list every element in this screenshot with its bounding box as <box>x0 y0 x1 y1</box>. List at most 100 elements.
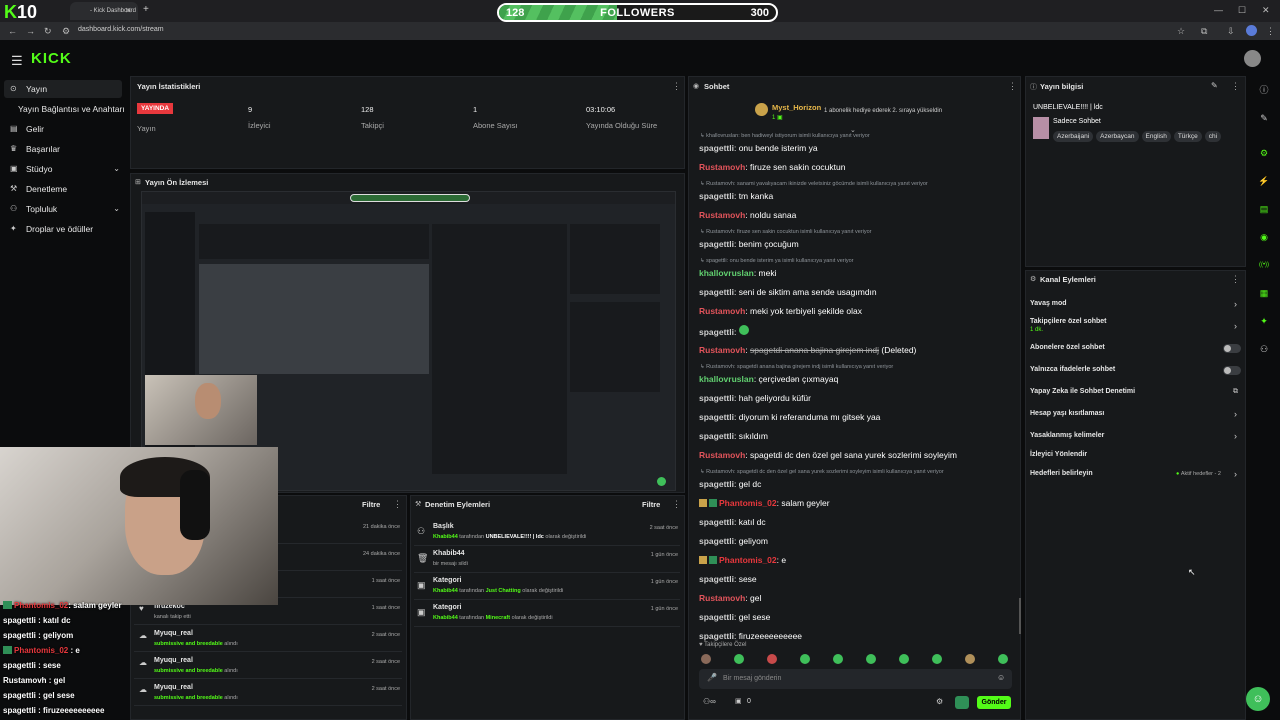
mod-menu-icon[interactable]: ⋮ <box>672 499 681 510</box>
sidebar-item-5[interactable]: ▣ Stüdyo ⌄ <box>0 160 128 178</box>
edit-icon[interactable]: ✎ <box>1211 81 1218 90</box>
pinned-user[interactable]: Myst_Horizon <box>772 103 821 112</box>
broadcast-rail-icon[interactable]: ((•)) <box>1256 257 1272 273</box>
document-rail-icon[interactable]: ▤ <box>1256 201 1272 217</box>
profile-avatar[interactable] <box>1246 25 1257 36</box>
stream-tag[interactable]: Azerbaycan <box>1096 131 1139 142</box>
chat-username[interactable]: khallovruslan <box>699 268 754 278</box>
chat-username[interactable]: Rustamovh <box>699 210 745 220</box>
chat-settings-icon[interactable]: ⚙ <box>936 697 943 706</box>
sidebar-item-8[interactable]: ✦ Droplar ve ödüller <box>0 220 128 238</box>
emote-8-icon[interactable] <box>932 654 942 664</box>
sidebar-item-6[interactable]: ⚒ Denetleme <box>0 180 128 198</box>
emote-6-icon[interactable] <box>866 654 876 664</box>
quick-emote-icon[interactable] <box>955 696 969 709</box>
activity-menu-icon[interactable]: ⋮ <box>393 499 402 510</box>
chat-users-icon[interactable]: ⚇∞ <box>703 697 716 706</box>
info-rail-icon[interactable]: ⓘ <box>1256 82 1272 98</box>
mod-filter-button[interactable]: Filtre <box>642 500 660 509</box>
chat-username[interactable]: spagettli <box>699 393 734 403</box>
sidebar-item-3[interactable]: ▤ Gelir <box>0 120 128 138</box>
chat-username[interactable]: Rustamovh <box>699 306 745 316</box>
chat-menu-icon[interactable]: ⋮ <box>1008 81 1017 92</box>
chat-username[interactable]: Rustamovh <box>699 593 745 603</box>
emote-2-icon[interactable] <box>734 654 744 664</box>
stats-menu-icon[interactable]: ⋮ <box>672 81 681 92</box>
channel-action-2[interactable]: Takipçilere özel sohbet <box>1030 318 1107 325</box>
maximize-icon[interactable]: ☐ <box>1238 5 1246 16</box>
emote-1-icon[interactable] <box>701 654 711 664</box>
channel-action-1[interactable]: Yavaş mod <box>1030 300 1067 307</box>
channel-actions-menu-icon[interactable]: ⋮ <box>1231 274 1240 285</box>
stream-preview-video[interactable] <box>141 191 676 491</box>
edit-rail-icon[interactable]: ✎ <box>1256 110 1272 126</box>
chat-username[interactable]: spagettli <box>699 536 734 546</box>
chat-username[interactable]: spagettli <box>699 143 734 153</box>
forward-icon[interactable]: → <box>26 26 35 36</box>
chat-username[interactable]: spagettli <box>699 412 734 422</box>
emote-5-icon[interactable] <box>833 654 843 664</box>
reload-icon[interactable]: ↻ <box>44 26 52 37</box>
bolt-rail-icon[interactable]: ⚡ <box>1256 173 1272 189</box>
chat-username[interactable]: spagettli <box>699 431 734 441</box>
chat-input[interactable]: 🎤 Bir mesaj gönderin ☺ <box>699 669 1012 689</box>
chat-username[interactable]: spagettli <box>699 191 734 201</box>
bookmark-icon[interactable]: ☆ <box>1177 26 1185 37</box>
sidebar-item-1[interactable]: ⊙ Yayın <box>4 80 122 98</box>
stream-tag[interactable]: chi <box>1204 131 1222 142</box>
chevron-right-icon[interactable]: › <box>1234 431 1237 441</box>
channel-action-3[interactable]: Abonelere özel sohbet <box>1030 344 1105 351</box>
chat-username[interactable]: spagettli <box>699 287 734 297</box>
send-button[interactable]: Gönder <box>977 696 1011 709</box>
emote-7-icon[interactable] <box>899 654 909 664</box>
chat-username[interactable]: Rustamovh <box>699 345 745 355</box>
emote-10-icon[interactable] <box>998 654 1008 664</box>
chat-username[interactable]: spagettli <box>699 327 734 337</box>
stream-tag[interactable]: Türkçe <box>1173 131 1202 142</box>
new-tab-icon[interactable]: + <box>143 4 149 15</box>
support-chat-icon[interactable]: ☺ <box>1246 687 1270 711</box>
chat-username[interactable]: Rustamovh <box>699 450 745 460</box>
toggle-switch[interactable] <box>1223 344 1241 353</box>
channel-action-4[interactable]: Yalnızca ifadelerle sohbet <box>1030 366 1115 373</box>
kick-logo[interactable]: KICK <box>31 50 72 67</box>
extensions-icon[interactable]: ⧉ <box>1201 26 1207 37</box>
channel-action-7[interactable]: Yasaklanmış kelimeler <box>1030 432 1104 439</box>
external-link-icon[interactable]: ⧉ <box>1233 388 1238 396</box>
sidebar-item-2[interactable]: Yayın Bağlantısı ve Anahtarı <box>0 100 128 118</box>
chat-username[interactable]: spagettli <box>699 517 734 527</box>
channel-action-5[interactable]: Yapay Zeka ile Sohbet Denetimi <box>1030 388 1135 395</box>
points-icon[interactable]: ▣ <box>735 697 742 705</box>
chat-rail-icon[interactable]: ◉ <box>1256 229 1272 245</box>
wrench-rail-icon[interactable]: ✦ <box>1256 313 1272 329</box>
chat-username[interactable]: spagettli <box>699 239 734 249</box>
chat-username[interactable]: spagettli <box>699 631 734 641</box>
emote-4-icon[interactable] <box>800 654 810 664</box>
chat-scrollbar[interactable] <box>1019 598 1021 634</box>
emote-3-icon[interactable] <box>767 654 777 664</box>
settings-rail-icon[interactable]: ⚙ <box>1256 145 1272 161</box>
sidebar-item-7[interactable]: ⚇ Topluluk ⌄ <box>0 200 128 218</box>
stream-tag[interactable]: English <box>1141 131 1171 142</box>
user-avatar[interactable] <box>1244 50 1261 67</box>
browser-menu-icon[interactable]: ⋮ <box>1266 26 1275 37</box>
downloads-icon[interactable]: ⇩ <box>1227 26 1235 37</box>
chat-username[interactable]: spagettli <box>699 612 734 622</box>
close-window-icon[interactable]: ✕ <box>1262 5 1270 16</box>
url-field[interactable]: dashboard.kick.com/stream <box>78 26 164 33</box>
back-icon[interactable]: ← <box>8 26 17 36</box>
chevron-right-icon[interactable]: › <box>1234 409 1237 419</box>
chevron-right-icon[interactable]: › <box>1234 469 1237 479</box>
emoji-icon[interactable]: ☺ <box>997 673 1005 682</box>
channel-action-6[interactable]: Hesap yaşı kısıtlaması <box>1030 410 1104 417</box>
sidebar-item-4[interactable]: ♛ Başarılar <box>0 140 128 158</box>
stream-tag[interactable]: Azerbaijani <box>1053 131 1094 142</box>
chat-username[interactable]: khallovruslan <box>699 374 754 384</box>
chat-username[interactable]: spagettli <box>699 574 734 584</box>
hamburger-menu-icon[interactable]: ☰ <box>11 53 23 69</box>
mic-icon[interactable]: 🎤 <box>707 673 717 682</box>
users-rail-icon[interactable]: ⚇ <box>1256 341 1272 357</box>
minimize-icon[interactable]: — <box>1214 5 1223 15</box>
stream-info-menu-icon[interactable]: ⋮ <box>1231 81 1240 92</box>
chat-username[interactable]: Phantomis_02 <box>719 555 777 565</box>
